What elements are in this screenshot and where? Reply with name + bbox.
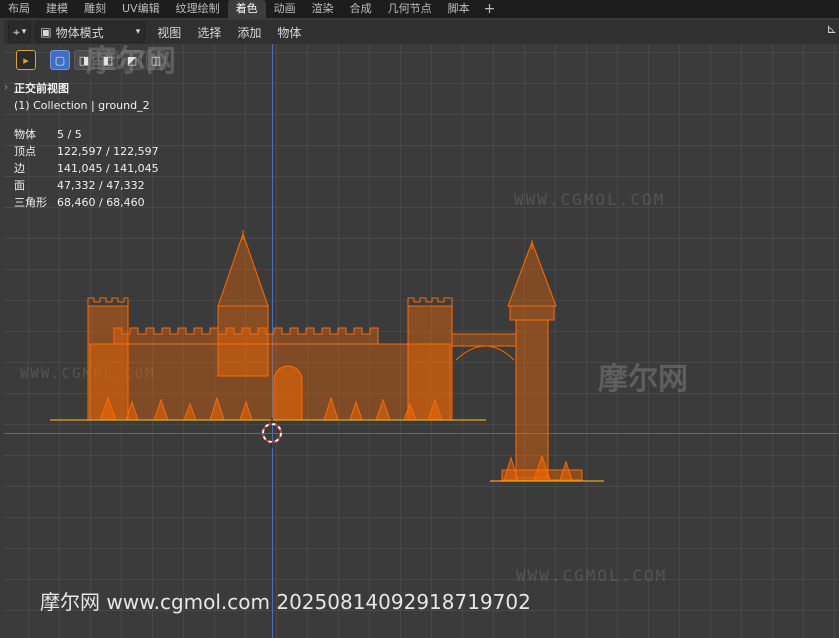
workspace-tab[interactable]: 渲染 xyxy=(304,0,342,18)
menu-add[interactable]: 添加 xyxy=(233,22,265,42)
workspace-tab[interactable]: 纹理绘制 xyxy=(168,0,228,18)
footer-watermark: 摩尔网 www.cgmol.com 20250814092918719702 xyxy=(40,590,531,614)
object-mode-icon: ▣ xyxy=(40,25,52,39)
workspace-tab[interactable]: 雕刻 xyxy=(76,0,114,18)
workspace-tab[interactable]: 布局 xyxy=(0,0,38,18)
workspace-tab[interactable]: 脚本 xyxy=(440,0,478,18)
chevron-down-icon: ▾ xyxy=(135,27,141,37)
workspace-tab[interactable]: 建模 xyxy=(38,0,76,18)
plus-icon[interactable]: + xyxy=(478,0,502,18)
workspace-tab[interactable]: 动画 xyxy=(266,0,304,18)
mode-label: 物体模式 xyxy=(55,25,104,40)
castle-wireframe xyxy=(87,230,583,481)
workspace-tab[interactable]: 几何节点 xyxy=(380,0,440,18)
3d-cursor-icon xyxy=(262,418,282,448)
workspace-tab[interactable]: 合成 xyxy=(342,0,380,18)
workspace-tabs-bar: 布局 建模 雕刻 UV编辑 纹理绘制 着色 动画 渲染 合成 几何节点 脚本 + xyxy=(0,0,839,18)
3d-viewport[interactable]: › ▸ ▢ ◨ ◧ ◩ ◫ 正交前视图 (1) Collection | gro… xyxy=(4,44,839,638)
chevron-down-icon: ▾ xyxy=(21,27,27,37)
menu-view[interactable]: 视图 xyxy=(153,22,185,42)
menu-object[interactable]: 物体 xyxy=(273,22,305,42)
viewport-editor-icon: ⌖ xyxy=(13,24,20,39)
mode-dropdown[interactable]: ▣ 物体模式 ▾ xyxy=(35,21,146,43)
menu-select[interactable]: 选择 xyxy=(193,22,225,42)
workspace-tab[interactable]: UV编辑 xyxy=(114,0,168,18)
gizmo-toggle-icon[interactable]: ⊾ xyxy=(826,22,837,37)
editor-type-button[interactable]: ⌖ ▾ xyxy=(8,21,32,43)
viewport-header: ⌖ ▾ ▣ 物体模式 ▾ 视图 选择 添加 物体 ⊾ xyxy=(4,20,839,44)
workspace-tab[interactable]: 着色 xyxy=(227,0,266,18)
castle-model[interactable] xyxy=(4,44,839,638)
